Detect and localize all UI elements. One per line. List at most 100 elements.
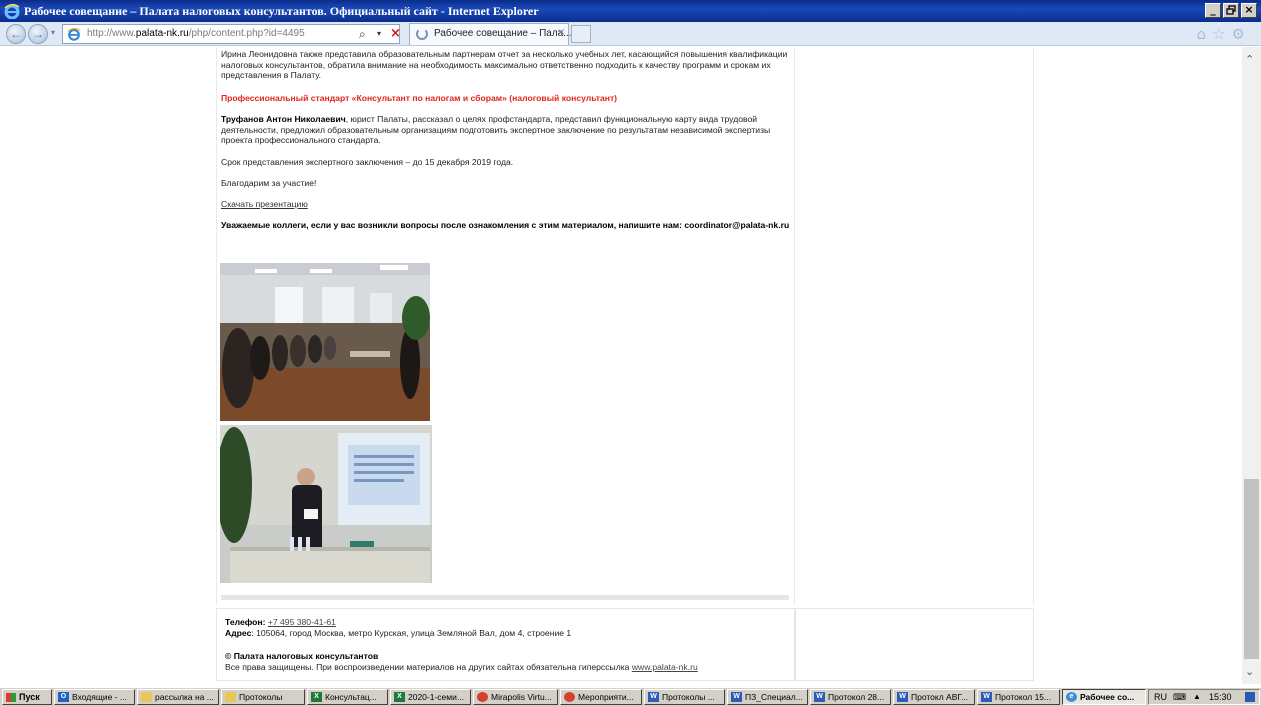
- taskbar: Пуск O Входящие - ... рассылка на ... Прото…: [0, 687, 1261, 706]
- address-dropdown-icon[interactable]: ▾: [377, 29, 381, 38]
- word-icon: W: [981, 692, 992, 702]
- address-label: Адрес: [225, 628, 252, 638]
- keyboard-icon[interactable]: ⌨: [1173, 690, 1186, 704]
- tab-label: Рабочее совещание – Пала...: [434, 28, 572, 39]
- window-title: Рабочее совещание – Палата налоговых кон…: [24, 4, 539, 18]
- minimize-button[interactable]: _: [1205, 3, 1221, 18]
- phone-link[interactable]: +7 495 380-41-61: [268, 617, 336, 627]
- stop-icon[interactable]: ×: [390, 26, 401, 41]
- windows-flag-icon: [6, 693, 16, 702]
- url-domain: palata-nk.ru: [135, 28, 189, 39]
- footer: Телефон: +7 495 380-41-61 Адрес: 105064,…: [216, 608, 795, 681]
- footer-address: Адрес: 105064, город Москва, метро Курск…: [225, 628, 571, 638]
- standard-heading: Профессиональный стандарт «Консультант п…: [221, 93, 618, 103]
- scrollbar-thumb[interactable]: [1244, 479, 1259, 659]
- taskbar-item-label: Входящие - ...: [72, 692, 127, 702]
- taskbar-item-label: Консультац...: [325, 692, 377, 702]
- thanks-paragraph: Благодарим за участие!: [221, 178, 317, 188]
- footer-rights: Все права защищены. При воспроизведении …: [225, 662, 698, 672]
- taskbar-item-label: Протокол 28...: [828, 692, 885, 702]
- trufanov-paragraph: Труфанов Антон Николаевич, юрист Палаты,…: [221, 114, 791, 146]
- taskbar-item[interactable]: W Протоколы ...: [644, 689, 725, 705]
- desktop-icon[interactable]: [1245, 692, 1255, 702]
- word-icon: W: [814, 692, 825, 702]
- taskbar-item[interactable]: W ПЗ_Специал...: [727, 689, 808, 705]
- search-icon[interactable]: ⌕: [359, 27, 366, 42]
- ie-logo-icon: [4, 3, 20, 19]
- taskbar-item[interactable]: Мероприяти...: [560, 689, 642, 705]
- browser-navbar: ← → ▾ http://www.palata-nk.ru/php/conten…: [0, 22, 1261, 46]
- scroll-down-icon[interactable]: ⌄: [1245, 665, 1254, 678]
- trufanov-name: Труфанов Антон Николаевич: [221, 114, 346, 124]
- chrome-icon: [564, 692, 575, 702]
- footer-copyright: © Палата налоговых консультантов: [225, 651, 379, 661]
- taskbar-item[interactable]: W Протокл АВГ...: [893, 689, 975, 705]
- taskbar-item-label: 2020-1-семи...: [408, 692, 464, 702]
- system-tray: RU ⌨ ▲ 15:30: [1148, 689, 1260, 705]
- taskbar-item[interactable]: e Рабочее со...: [1062, 689, 1146, 705]
- outlook-icon: O: [58, 692, 69, 702]
- download-presentation-link[interactable]: Скачать презентацию: [221, 199, 308, 209]
- taskbar-item[interactable]: X 2020-1-семи...: [390, 689, 471, 705]
- vertical-scrollbar[interactable]: ⌃ ⌄: [1242, 47, 1261, 684]
- start-label: Пуск: [19, 692, 40, 702]
- tools-icon[interactable]: ⚙: [1232, 25, 1245, 43]
- url-prefix: http://www.: [87, 28, 136, 39]
- clock[interactable]: 15:30: [1209, 690, 1232, 704]
- language-indicator[interactable]: RU: [1154, 690, 1167, 704]
- word-icon: W: [648, 692, 659, 702]
- start-button[interactable]: Пуск: [2, 689, 52, 705]
- url-text[interactable]: http://www.palata-nk.ru/php/content.php?…: [87, 28, 305, 39]
- ie-icon: e: [1066, 692, 1077, 702]
- word-icon: W: [897, 692, 908, 702]
- scroll-up-icon[interactable]: ⌃: [1245, 53, 1254, 66]
- rights-text: Все права защищены. При воспроизведении …: [225, 662, 632, 672]
- window-titlebar: Рабочее совещание – Палата налоговых кон…: [0, 0, 1261, 22]
- tab-current[interactable]: Рабочее совещание – Пала... ×: [409, 23, 572, 45]
- taskbar-item[interactable]: X Консультац...: [307, 689, 388, 705]
- back-button[interactable]: ←: [6, 24, 26, 44]
- folder-icon: [225, 692, 236, 702]
- address-text: : 105064, город Москва, метро Курская, у…: [251, 628, 572, 638]
- intro-paragraph: Ирина Леонидовна также представила образ…: [221, 49, 788, 80]
- taskbar-item[interactable]: Mirapolis Virtu...: [473, 689, 558, 705]
- contact-note: Уважаемые коллеги, если у вас возникли в…: [221, 220, 790, 230]
- taskbar-item[interactable]: рассылка на ...: [137, 689, 219, 705]
- taskbar-item-label: Mirapolis Virtu...: [491, 692, 552, 702]
- close-window-button[interactable]: ×: [1241, 3, 1257, 18]
- footer-phone: Телефон: +7 495 380-41-61: [225, 617, 336, 627]
- home-icon[interactable]: ⌂: [1197, 25, 1207, 43]
- address-bar[interactable]: http://www.palata-nk.ru/php/content.php?…: [62, 24, 401, 44]
- excel-icon: X: [394, 692, 405, 702]
- loading-spinner-icon: [416, 28, 428, 40]
- deadline-paragraph: Срок представления экспертного заключени…: [221, 157, 514, 167]
- taskbar-item[interactable]: Протоколы: [221, 689, 305, 705]
- horizontal-divider: [221, 595, 789, 600]
- forward-button[interactable]: →: [28, 24, 48, 44]
- taskbar-item[interactable]: W Протокол 15...: [977, 689, 1060, 705]
- history-dropdown-icon[interactable]: ▾: [51, 28, 55, 37]
- restore-icon: [1226, 5, 1236, 15]
- main-column: Ирина Леонидовна также представила образ…: [216, 47, 795, 605]
- taskbar-item[interactable]: O Входящие - ...: [54, 689, 135, 705]
- tab-close-icon[interactable]: ×: [557, 27, 565, 38]
- taskbar-item-label: Протокл АВГ...: [911, 692, 969, 702]
- taskbar-item-label: Рабочее со...: [1080, 692, 1135, 702]
- tray-arrow-icon[interactable]: ▲: [1193, 690, 1201, 704]
- taskbar-item-label: ПЗ_Специал...: [745, 692, 803, 702]
- ie-page-icon: [67, 27, 81, 41]
- taskbar-item-label: Протоколы ...: [662, 692, 715, 702]
- side-column: [795, 47, 1034, 605]
- taskbar-item-label: Мероприяти...: [578, 692, 634, 702]
- site-link[interactable]: www.palata-nk.ru: [632, 662, 698, 672]
- taskbar-item-label: Протоколы: [239, 692, 283, 702]
- phone-label: Телефон:: [225, 617, 266, 627]
- favorites-icon[interactable]: ☆: [1212, 25, 1225, 43]
- meeting-room-photo: [220, 263, 430, 421]
- footer-side-column: [795, 608, 1034, 681]
- new-tab-button[interactable]: [571, 25, 591, 43]
- restore-button[interactable]: [1223, 3, 1239, 18]
- word-icon: W: [731, 692, 742, 702]
- taskbar-item[interactable]: W Протокол 28...: [810, 689, 891, 705]
- url-path: /php/content.php?id=4495: [188, 28, 305, 39]
